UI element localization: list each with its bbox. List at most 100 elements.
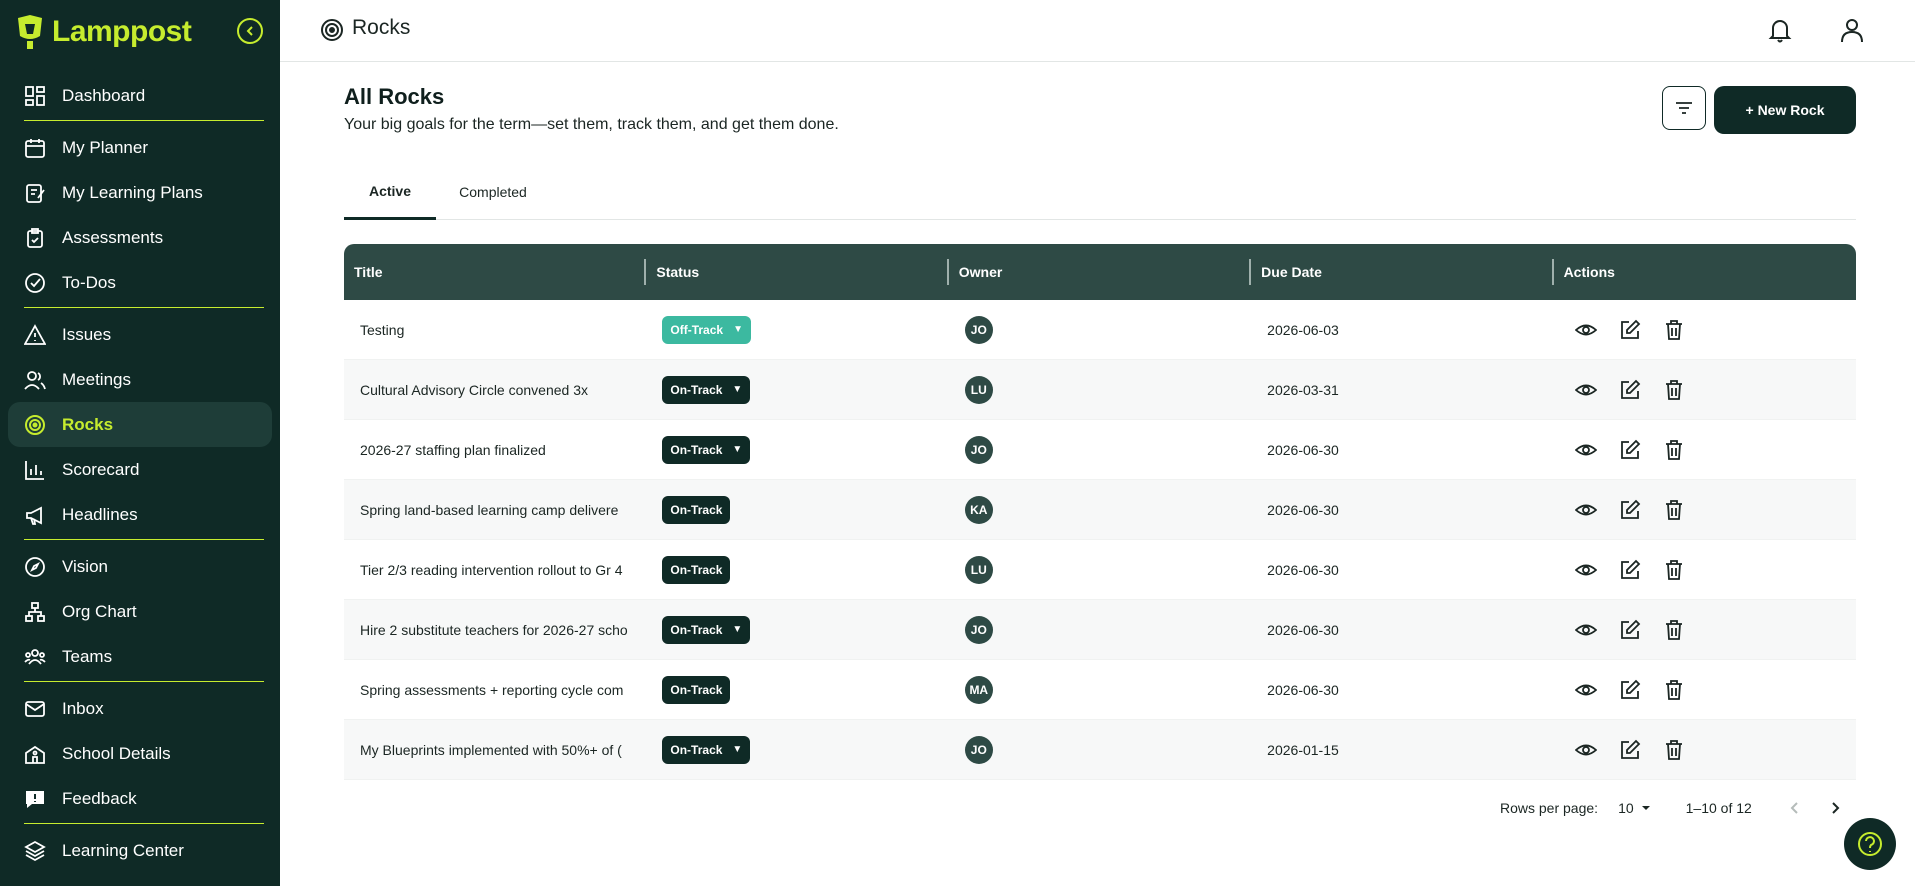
sidebar-item-label: Learning Center — [62, 840, 184, 860]
view-icon[interactable] — [1574, 738, 1598, 762]
status-badge[interactable]: On-Track ▼ — [662, 735, 751, 764]
status-badge[interactable]: On-Track ▼ — [662, 615, 751, 644]
table-header: Title Status Owner Due Date Actions — [344, 244, 1856, 300]
status-label: On-Track — [670, 622, 723, 637]
cell-actions — [1554, 720, 1856, 779]
table-row[interactable]: My Blueprints implemented with 50%+ of (… — [344, 720, 1856, 780]
column-header-status[interactable]: Status — [646, 244, 949, 300]
table-row[interactable]: Tier 2/3 reading intervention rollout to… — [344, 540, 1856, 600]
tab-active[interactable]: Active — [344, 164, 436, 220]
table-row[interactable]: Spring land-based learning camp delivere… — [344, 480, 1856, 540]
owner-avatar: JO — [964, 435, 993, 464]
sidebar-item-to-dos[interactable]: To-Dos — [8, 260, 272, 305]
table-row[interactable]: Cultural Advisory Circle convened 3x On-… — [344, 360, 1856, 420]
table-row[interactable]: Spring assessments + reporting cycle com… — [344, 660, 1856, 720]
edit-note-icon — [24, 182, 46, 204]
help-button[interactable] — [1844, 818, 1896, 870]
view-icon[interactable] — [1574, 618, 1598, 642]
delete-icon[interactable] — [1662, 498, 1686, 522]
edit-icon[interactable] — [1618, 558, 1642, 582]
rows-per-page-select[interactable]: 10 — [1618, 800, 1652, 816]
tab-bar: Active Completed — [344, 164, 1856, 220]
bell-icon[interactable] — [1766, 16, 1794, 44]
sidebar-item-rocks[interactable]: Rocks — [8, 402, 272, 447]
sidebar-item-teams[interactable]: Teams — [8, 634, 272, 679]
caret-down-icon: ▼ — [732, 744, 743, 755]
view-icon[interactable] — [1574, 498, 1598, 522]
sidebar-item-feedback[interactable]: Feedback — [8, 776, 272, 821]
rock-title: Spring land-based learning camp delivere — [360, 501, 619, 518]
status-badge[interactable]: On-Track ▼ — [662, 375, 751, 404]
school-icon — [24, 743, 46, 765]
warning-icon — [24, 323, 46, 346]
sidebar-item-org-chart[interactable]: Org Chart — [8, 589, 272, 634]
rock-title: Hire 2 substitute teachers for 2026-27 s… — [360, 621, 628, 638]
status-badge[interactable]: On-Track — [662, 555, 731, 584]
column-header-title[interactable]: Title — [344, 244, 647, 300]
chevron-left-icon[interactable] — [1788, 801, 1802, 815]
column-header-due-date[interactable]: Due Date — [1251, 244, 1554, 300]
megaphone-icon — [24, 504, 46, 526]
column-header-owner[interactable]: Owner — [949, 244, 1252, 300]
edit-icon[interactable] — [1618, 378, 1642, 402]
tab-completed[interactable]: Completed — [436, 164, 550, 220]
delete-icon[interactable] — [1662, 738, 1686, 762]
filter-button[interactable] — [1662, 86, 1706, 130]
edit-icon[interactable] — [1618, 618, 1642, 642]
column-header-actions: Actions — [1554, 244, 1856, 300]
chevron-right-icon[interactable] — [1828, 801, 1842, 815]
nav-divider — [24, 823, 264, 824]
delete-icon[interactable] — [1662, 678, 1686, 702]
status-label: On-Track — [670, 382, 723, 397]
view-icon[interactable] — [1574, 318, 1598, 342]
sidebar-item-scorecard[interactable]: Scorecard — [8, 447, 272, 492]
collapse-sidebar-button[interactable] — [237, 18, 263, 44]
sidebar-item-issues[interactable]: Issues — [8, 312, 272, 357]
table-row[interactable]: Hire 2 substitute teachers for 2026-27 s… — [344, 600, 1856, 660]
sidebar-item-learning-center[interactable]: Learning Center — [8, 828, 272, 873]
sidebar-item-assessments[interactable]: Assessments — [8, 215, 272, 260]
edit-icon[interactable] — [1618, 318, 1642, 342]
view-icon[interactable] — [1574, 378, 1598, 402]
sidebar-item-label: Assessments — [62, 227, 164, 247]
sidebar: Lamppost Dashboard My Planner My Learnin… — [0, 0, 280, 886]
sidebar-item-inbox[interactable]: Inbox — [8, 686, 272, 731]
edit-icon[interactable] — [1618, 738, 1642, 762]
user-icon[interactable] — [1838, 16, 1866, 44]
sidebar-item-my-planner[interactable]: My Planner — [8, 125, 272, 170]
sidebar-item-school-details[interactable]: School Details — [8, 731, 272, 776]
sidebar-item-dashboard[interactable]: Dashboard — [8, 73, 272, 118]
section-heading: All Rocks — [344, 84, 445, 109]
new-rock-button[interactable]: + New Rock — [1714, 86, 1856, 134]
cell-owner: MA — [949, 660, 1251, 719]
status-badge[interactable]: Off-Track ▼ — [662, 315, 751, 344]
status-label: On-Track — [670, 442, 723, 457]
delete-icon[interactable] — [1662, 378, 1686, 402]
rock-title: Testing — [360, 321, 405, 338]
edit-icon[interactable] — [1618, 498, 1642, 522]
sidebar-item-headlines[interactable]: Headlines — [8, 492, 272, 537]
bar-chart-icon — [24, 459, 46, 481]
status-badge[interactable]: On-Track — [662, 495, 731, 524]
status-badge[interactable]: On-Track — [662, 675, 731, 704]
table-row[interactable]: 2026-27 staffing plan finalized On-Track… — [344, 420, 1856, 480]
sidebar-item-meetings[interactable]: Meetings — [8, 357, 272, 402]
target-icon — [24, 414, 46, 436]
sidebar-item-vision[interactable]: Vision — [8, 544, 272, 589]
view-icon[interactable] — [1574, 558, 1598, 582]
delete-icon[interactable] — [1662, 558, 1686, 582]
edit-icon[interactable] — [1618, 438, 1642, 462]
lamppost-logo-icon — [18, 15, 42, 49]
sidebar-item-my-learning-plans[interactable]: My Learning Plans — [8, 170, 272, 215]
cell-title: Spring assessments + reporting cycle com — [344, 660, 646, 719]
view-icon[interactable] — [1574, 678, 1598, 702]
delete-icon[interactable] — [1662, 318, 1686, 342]
status-badge[interactable]: On-Track ▼ — [662, 435, 751, 464]
view-icon[interactable] — [1574, 438, 1598, 462]
cell-title: Testing — [344, 300, 646, 359]
edit-icon[interactable] — [1618, 678, 1642, 702]
status-label: On-Track — [670, 742, 723, 757]
delete-icon[interactable] — [1662, 618, 1686, 642]
delete-icon[interactable] — [1662, 438, 1686, 462]
table-row[interactable]: Testing Off-Track ▼ JO 2026-06-03 — [344, 300, 1856, 360]
